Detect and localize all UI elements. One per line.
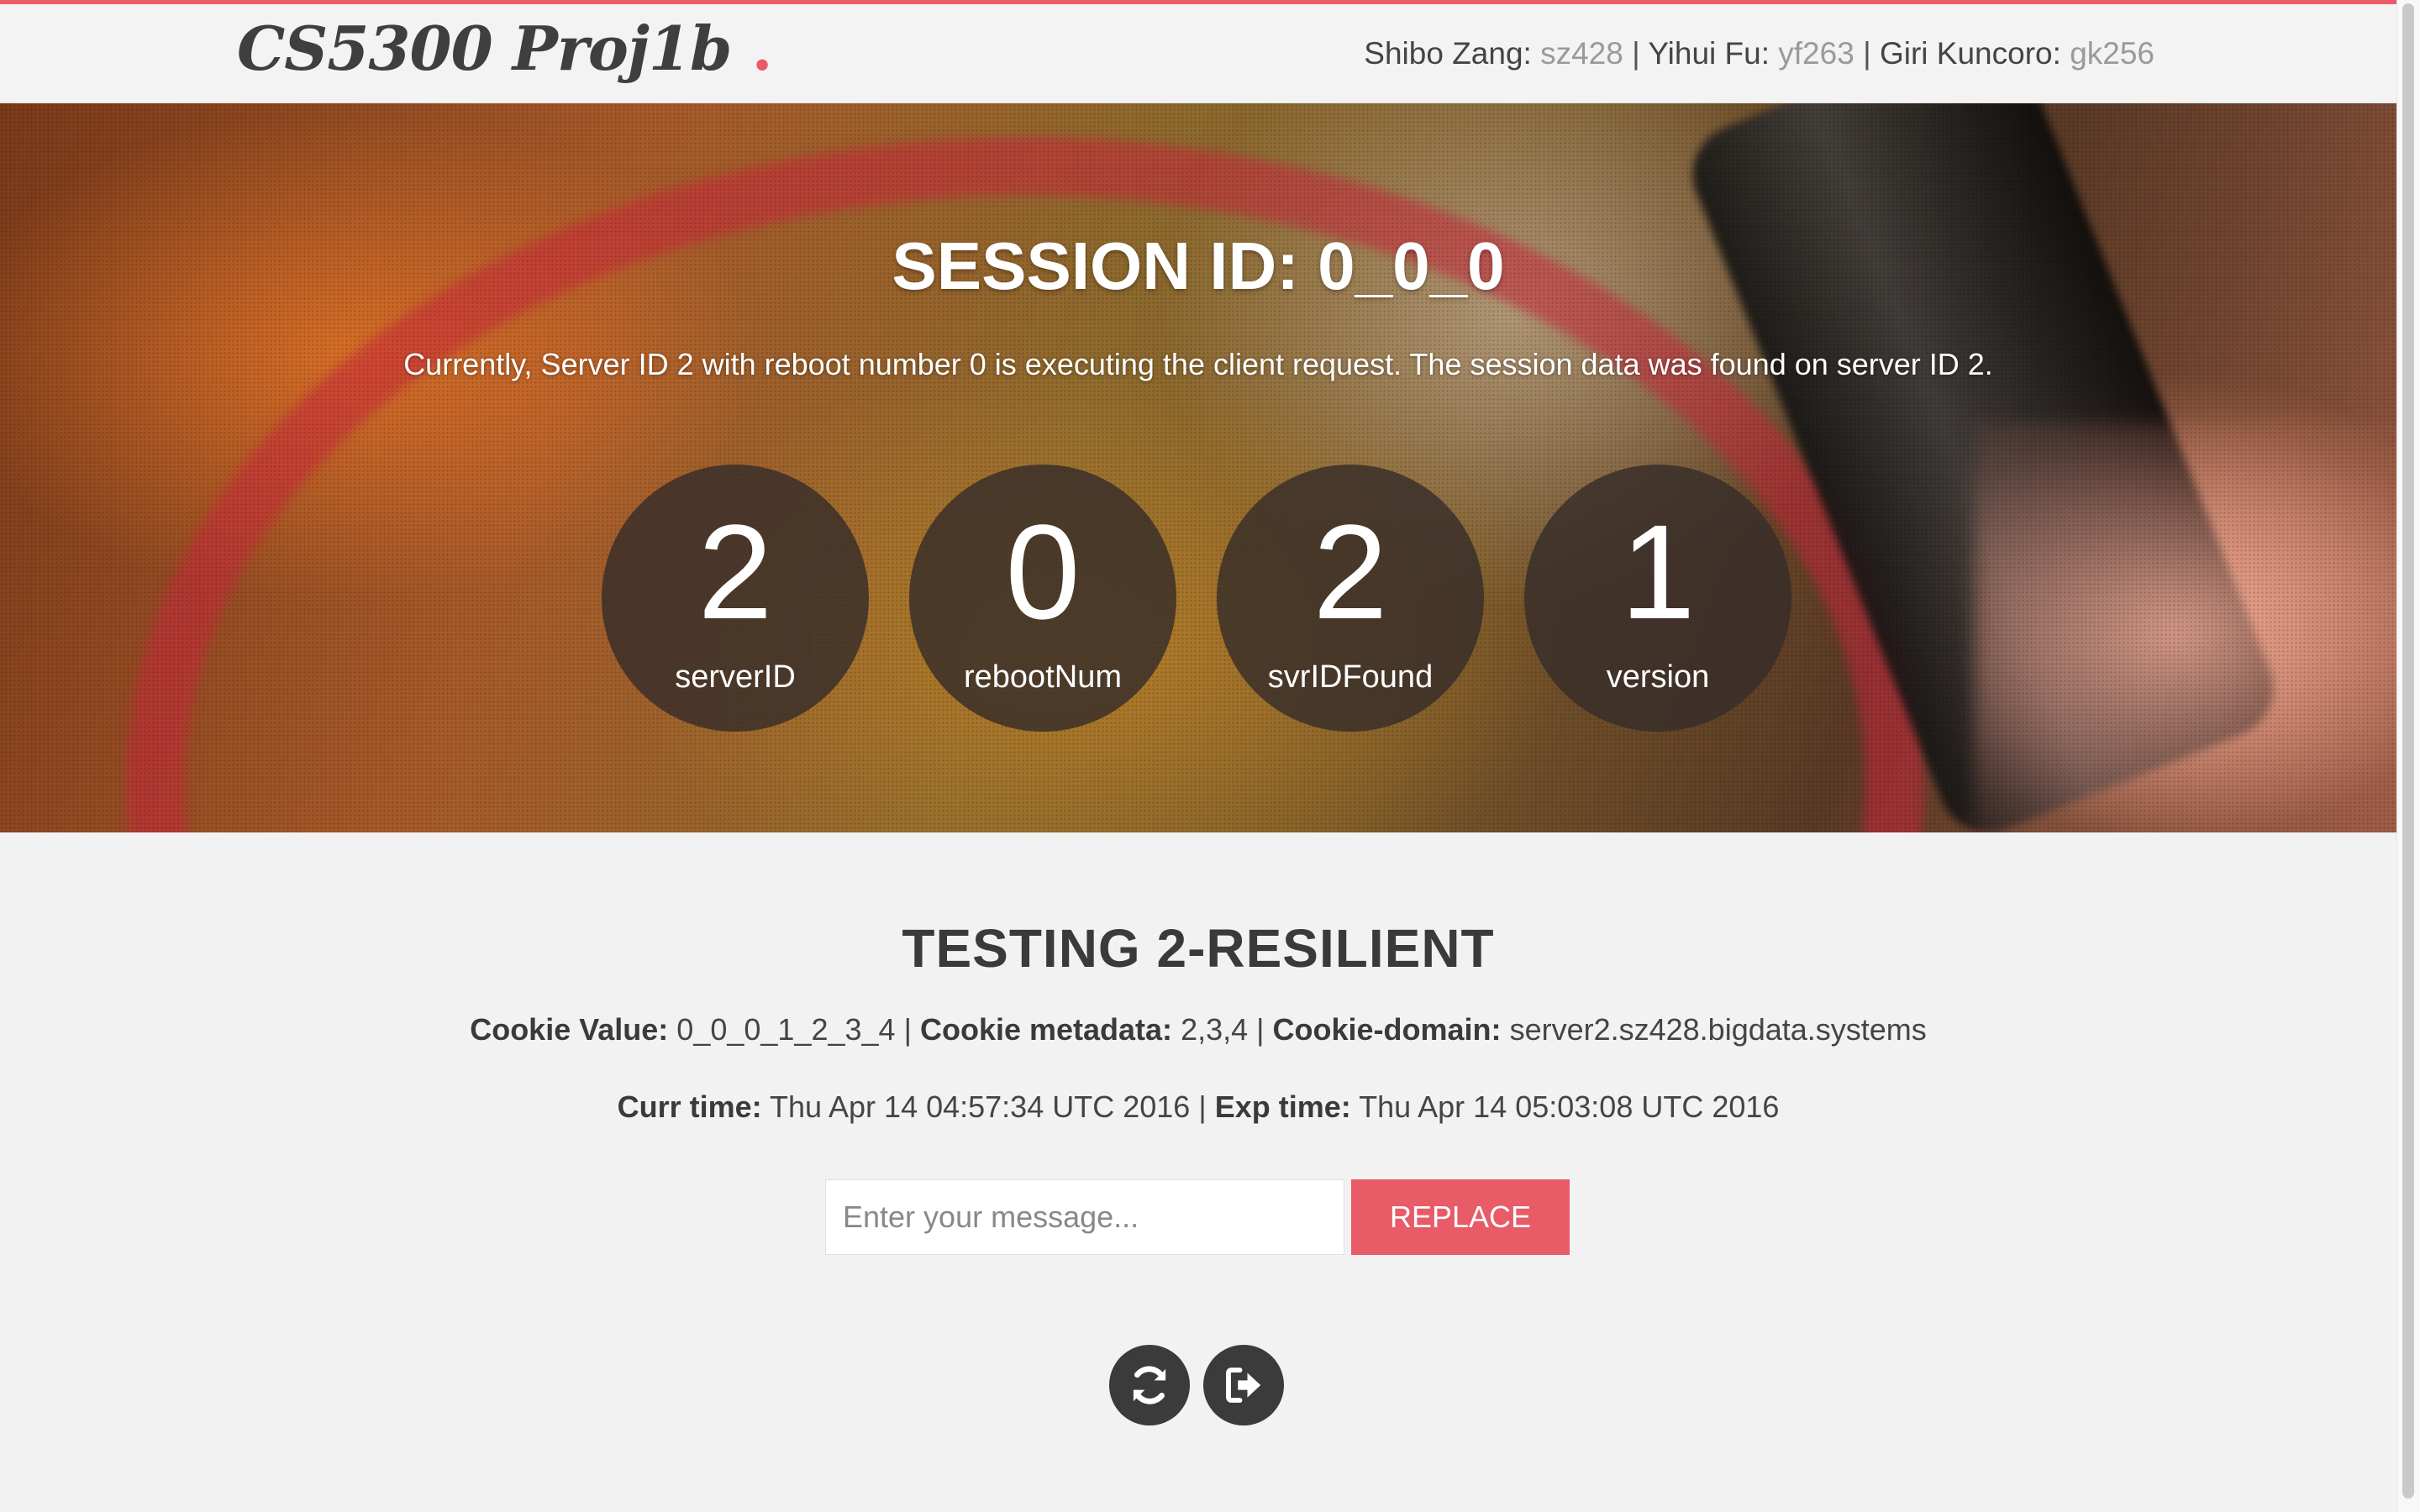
cookie-value-label: Cookie Value: <box>470 1012 669 1047</box>
author-name: Yihui Fu: <box>1648 36 1770 71</box>
dot-overlay <box>0 103 2396 832</box>
curr-time-label: Curr time: <box>617 1089 762 1124</box>
message-input[interactable] <box>825 1179 1344 1255</box>
separator: | <box>1198 1089 1207 1124</box>
stat-value: 1 <box>1620 496 1696 647</box>
refresh-icon <box>1133 1366 1166 1404</box>
replace-button[interactable]: REPLACE <box>1351 1179 1570 1255</box>
stat-label: serverID <box>675 659 796 695</box>
curr-time: Thu Apr 14 04:57:34 UTC 2016 <box>769 1089 1191 1124</box>
session-description: Currently, Server ID 2 with reboot numbe… <box>403 347 1993 381</box>
cookie-domain-label: Cookie-domain: <box>1272 1012 1502 1047</box>
testing-title: TESTING 2-RESILIENT <box>902 918 1495 979</box>
time-info-line: Curr time: Thu Apr 14 04:57:34 UTC 2016 … <box>0 1089 2396 1125</box>
hero-banner: SESSION ID: 0_0_0 Currently, Server ID 2… <box>0 103 2396 832</box>
logout-icon <box>1226 1368 1261 1403</box>
author-name: Giri Kuncoro: <box>1879 36 2061 71</box>
stat-circle-svridfound: 2 svrIDFound <box>1217 465 1484 732</box>
stat-circle-version: 1 version <box>1524 465 1791 732</box>
stat-circle-rebootnum: 0 rebootNum <box>909 465 1176 732</box>
stat-value: 2 <box>1313 496 1388 647</box>
refresh-button[interactable] <box>1109 1345 1190 1425</box>
author-netid: sz428 <box>1540 36 1623 71</box>
brand-logo[interactable]: CS5300 Proj1b . <box>237 13 773 84</box>
separator: | <box>1863 36 1871 71</box>
exp-time-label: Exp time: <box>1214 1089 1351 1124</box>
cookie-domain: server2.sz428.bigdata.systems <box>1509 1012 1927 1047</box>
session-title: SESSION ID: 0_0_0 <box>892 228 1505 303</box>
stat-label: svrIDFound <box>1267 659 1434 695</box>
cookie-info-line: Cookie Value: 0_0_0_1_2_3_4 | Cookie met… <box>0 1012 2396 1047</box>
cookie-value: 0_0_0_1_2_3_4 <box>676 1012 896 1047</box>
stat-label: version <box>1606 659 1710 695</box>
exp-time: Thu Apr 14 05:03:08 UTC 2016 <box>1359 1089 1780 1124</box>
author-netid: yf263 <box>1778 36 1854 71</box>
separator: | <box>1256 1012 1265 1047</box>
separator: | <box>1632 36 1640 71</box>
cookie-metadata: 2,3,4 <box>1181 1012 1249 1047</box>
stat-label: rebootNum <box>964 659 1122 695</box>
navbar: CS5300 Proj1b . Shibo Zang: sz428 | Yihu… <box>0 4 2396 103</box>
scrollbar-thumb[interactable] <box>2402 3 2414 1499</box>
stat-value: 2 <box>697 496 773 647</box>
brand-name: CS5300 Proj1b <box>237 13 732 84</box>
authors-list: Shibo Zang: sz428 | Yihui Fu: yf263 | Gi… <box>1364 36 2154 71</box>
author-netid: gk256 <box>2070 36 2154 71</box>
separator: | <box>903 1012 912 1047</box>
stat-value: 0 <box>1005 496 1081 647</box>
cookie-metadata-label: Cookie metadata: <box>919 1012 1173 1047</box>
logout-button[interactable] <box>1203 1345 1284 1425</box>
brand-dot: . <box>751 13 772 84</box>
author-name: Shibo Zang: <box>1364 36 1532 71</box>
stat-circle-serverid: 2 serverID <box>602 465 869 732</box>
scrollbar[interactable] <box>2396 0 2420 1512</box>
